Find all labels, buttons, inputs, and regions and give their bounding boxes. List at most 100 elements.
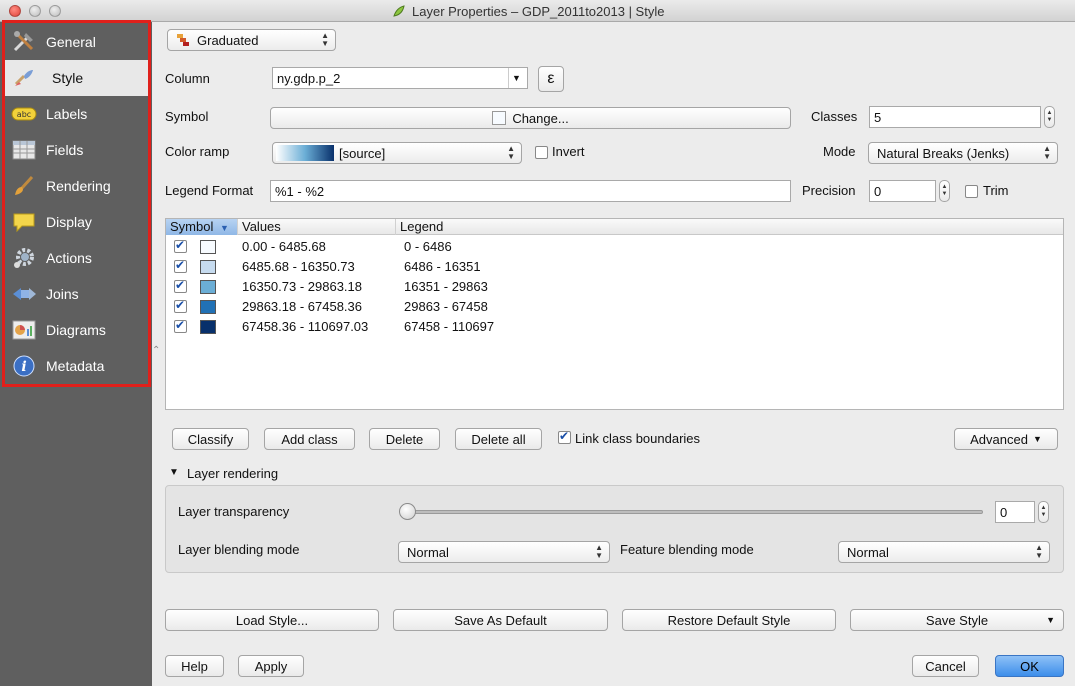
transparency-slider-track[interactable] — [400, 510, 983, 514]
column-combo[interactable]: ny.gdp.p_2 ▼ — [272, 67, 528, 89]
sidebar-item-display[interactable]: Display — [5, 204, 148, 240]
sidebar-item-joins[interactable]: Joins — [5, 276, 148, 312]
feature-blend-label: Feature blending mode — [620, 542, 754, 557]
updown-arrows-icon: ▲ ▼ — [1035, 543, 1043, 560]
help-button[interactable]: Help — [165, 655, 224, 677]
class-values-cell[interactable]: 0.00 - 6485.68 — [242, 239, 326, 254]
delete-all-button[interactable]: Delete all — [455, 428, 542, 450]
trim-checkbox[interactable] — [965, 185, 978, 198]
class-legend-cell[interactable]: 0 - 6486 — [404, 239, 452, 254]
table-row[interactable]: 67458.36 - 110697.03 67458 - 110697 — [166, 317, 1063, 337]
color-ramp-combo[interactable]: [source] ▲ ▼ — [272, 142, 522, 164]
delete-button[interactable]: Delete — [369, 428, 440, 450]
header-symbol[interactable]: Symbol ▼ — [166, 219, 238, 235]
layer-rendering-title[interactable]: Layer rendering — [187, 466, 278, 481]
legend-format-label: Legend Format — [165, 183, 254, 198]
class-visible-checkbox[interactable] — [174, 298, 187, 313]
class-visible-checkbox[interactable] — [174, 278, 187, 293]
class-legend-cell[interactable]: 29863 - 67458 — [404, 299, 488, 314]
layer-blend-combo[interactable]: Normal ▲ ▼ — [398, 541, 610, 563]
minimize-window-button[interactable] — [29, 5, 41, 17]
precision-spinner[interactable]: ▲ ▼ — [939, 180, 950, 202]
class-legend-cell[interactable]: 16351 - 29863 — [404, 279, 488, 294]
expression-button[interactable]: ε — [538, 66, 564, 92]
color-ramp-value: [source] — [339, 145, 386, 161]
gear-icon — [10, 246, 38, 270]
header-legend[interactable]: Legend — [396, 219, 1063, 235]
class-values-cell[interactable]: 6485.68 - 16350.73 — [242, 259, 355, 274]
feature-blend-combo[interactable]: Normal ▲ ▼ — [838, 541, 1050, 563]
svg-text:abc: abc — [17, 110, 31, 119]
class-color-swatch[interactable] — [200, 320, 216, 334]
sort-desc-icon: ▼ — [219, 223, 229, 233]
sidebar-item-labels[interactable]: abc Labels — [5, 96, 148, 132]
column-value: ny.gdp.p_2 — [277, 70, 341, 86]
class-visible-checkbox[interactable] — [174, 258, 187, 273]
renderer-type-combo[interactable]: Graduated ▲ ▼ — [167, 29, 336, 51]
sidebar-item-rendering[interactable]: Rendering — [5, 168, 148, 204]
class-values-cell[interactable]: 29863.18 - 67458.36 — [242, 299, 362, 314]
sidebar-item-actions[interactable]: Actions — [5, 240, 148, 276]
class-values-cell[interactable]: 16350.73 - 29863.18 — [242, 279, 362, 294]
classify-button[interactable]: Classify — [172, 428, 249, 450]
legend-format-input[interactable]: %1 - %2 — [270, 180, 791, 202]
color-ramp-preview — [276, 145, 334, 161]
sidebar-item-label: Joins — [46, 286, 79, 302]
add-class-button[interactable]: Add class — [264, 428, 355, 450]
table-row[interactable]: 6485.68 - 16350.73 6486 - 16351 — [166, 257, 1063, 277]
sidebar-item-fields[interactable]: Fields — [5, 132, 148, 168]
class-visible-checkbox[interactable] — [174, 318, 187, 333]
transparency-label: Layer transparency — [178, 504, 290, 519]
change-symbol-button[interactable]: Change... — [270, 107, 791, 129]
classes-spinner[interactable]: ▲ ▼ — [1044, 106, 1055, 128]
collapse-handle-icon[interactable]: ⌃ — [152, 345, 160, 356]
table-row[interactable]: 0.00 - 6485.68 0 - 6486 — [166, 237, 1063, 257]
class-table[interactable]: Symbol ▼ Values Legend 0.00 - 6485.68 0 -… — [165, 218, 1064, 410]
save-as-default-button[interactable]: Save As Default — [393, 609, 608, 631]
transparency-spinner[interactable]: ▲ ▼ — [1038, 501, 1049, 523]
expand-triangle-icon[interactable]: ▼ — [169, 467, 179, 478]
sidebar-item-label: General — [46, 34, 96, 50]
sidebar-item-style[interactable]: Style — [5, 60, 148, 96]
classes-input[interactable]: 5 — [869, 106, 1041, 128]
precision-input[interactable]: 0 — [869, 180, 936, 202]
close-window-button[interactable] — [9, 5, 21, 17]
cancel-button[interactable]: Cancel — [912, 655, 979, 677]
advanced-button[interactable]: Advanced ▼ — [954, 428, 1058, 450]
svg-text:i: i — [21, 359, 26, 375]
transparency-value: 0 — [1000, 504, 1008, 520]
class-legend-cell[interactable]: 67458 - 110697 — [404, 319, 494, 334]
class-color-swatch[interactable] — [200, 240, 216, 254]
transparency-input[interactable]: 0 — [995, 501, 1035, 523]
save-style-button[interactable]: Save Style ▼ — [850, 609, 1064, 631]
load-style-button[interactable]: Load Style... — [165, 609, 379, 631]
link-boundaries-checkbox[interactable] — [558, 429, 571, 444]
sidebar-item-label: Fields — [46, 142, 84, 158]
class-color-swatch[interactable] — [200, 300, 216, 314]
sidebar-item-diagrams[interactable]: Diagrams — [5, 312, 148, 348]
restore-default-style-button[interactable]: Restore Default Style — [622, 609, 836, 631]
table-header: Symbol ▼ Values Legend — [166, 219, 1063, 235]
brush-icon — [10, 174, 38, 198]
invert-checkbox[interactable] — [535, 146, 548, 159]
class-values-cell[interactable]: 67458.36 - 110697.03 — [242, 319, 368, 334]
sidebar-item-label: Actions — [46, 250, 92, 266]
class-legend-cell[interactable]: 6486 - 16351 — [404, 259, 481, 274]
class-visible-checkbox[interactable] — [174, 238, 187, 253]
precision-label: Precision — [802, 183, 856, 198]
header-values[interactable]: Values — [238, 219, 396, 235]
joins-icon — [10, 282, 38, 306]
ok-button[interactable]: OK — [995, 655, 1064, 677]
apply-button[interactable]: Apply — [238, 655, 304, 677]
class-color-swatch[interactable] — [200, 260, 216, 274]
mode-combo[interactable]: Natural Breaks (Jenks) ▲ ▼ — [868, 142, 1058, 164]
zoom-window-button[interactable] — [49, 5, 61, 17]
sidebar-item-label: Style — [52, 70, 84, 86]
table-row[interactable]: 16350.73 - 29863.18 16351 - 29863 — [166, 277, 1063, 297]
table-row[interactable]: 29863.18 - 67458.36 29863 - 67458 — [166, 297, 1063, 317]
class-color-swatch[interactable] — [200, 280, 216, 294]
sidebar-item-metadata[interactable]: i Metadata — [5, 348, 148, 384]
graduated-renderer-icon — [177, 34, 189, 46]
sidebar-item-general[interactable]: General — [5, 24, 148, 60]
transparency-slider-handle[interactable] — [399, 503, 416, 520]
